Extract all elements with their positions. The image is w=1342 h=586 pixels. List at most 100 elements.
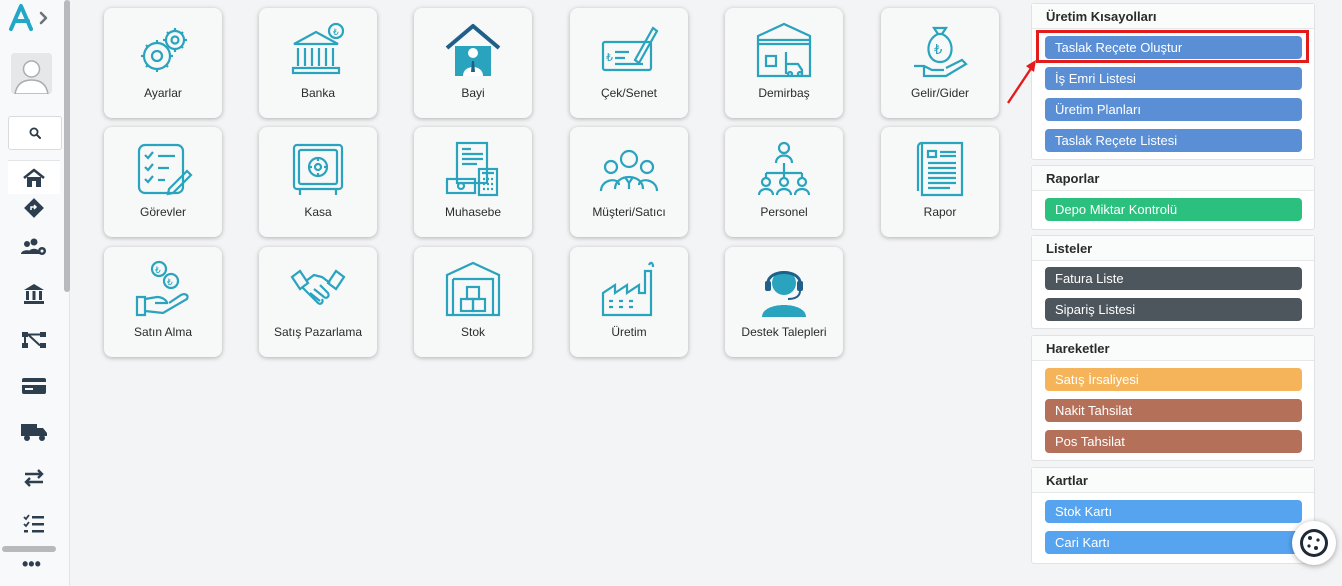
nav-directions[interactable] [8,191,60,225]
tile-satis-pazarlama[interactable]: Satış Pazarlama [259,247,377,357]
cari-karti-button[interactable]: Cari Kartı [1045,531,1302,554]
tile-muhasebe[interactable]: Muhasebe [414,127,532,237]
pos-tahsilat-button[interactable]: Pos Tahsilat [1045,430,1302,453]
checklist-icon [137,143,193,196]
panel-title: Üretim Kısayolları [1032,4,1314,29]
panel-kartlar: Kartlar Stok Kartı Cari Kartı [1031,467,1315,564]
search-icon [29,127,41,139]
tile-label: Destek Talepleri [741,325,827,339]
nav-truck[interactable] [8,415,60,449]
handshake-icon [290,269,346,305]
tile-label: Görevler [139,205,186,219]
sidebar: ••• [0,0,70,586]
home-icon [23,168,45,187]
tile-label: Bayi [461,86,485,100]
app-logo-icon[interactable] [8,2,56,34]
tile-banka[interactable]: ₺ Banka [259,8,377,118]
panel-title: Kartlar [1032,468,1314,493]
tile-label: Ayarlar [144,86,182,100]
tile-stok[interactable]: Stok [414,247,532,357]
nav-home[interactable] [8,160,60,194]
uretim-planlari-button[interactable]: Üretim Planları [1045,98,1302,121]
panel-listeler: Listeler Fatura Liste Sipariş Listesi [1031,235,1315,329]
cheque-icon: ₺ [601,26,659,72]
task-list-icon [23,514,44,533]
stock-boxes-icon [445,261,501,317]
tile-label: Banka [300,86,336,100]
network-icon [22,332,46,348]
sidebar-horizontal-scrollbar[interactable] [2,546,56,552]
nav-card[interactable] [8,369,60,403]
tile-bayi[interactable]: Bayi [414,8,532,118]
coins-hand-icon: ₺ ₺ [135,260,189,317]
tile-label: Demirbaş [758,86,810,100]
bank-building-icon: ₺ [291,22,345,75]
nav-network[interactable] [8,323,60,357]
nav-bank[interactable] [8,277,60,311]
nav-tasks[interactable] [8,507,60,541]
accounting-icon [445,141,499,197]
svg-text:₺: ₺ [934,43,942,58]
tile-personel[interactable]: Personel [725,127,843,237]
cookie-icon [1300,529,1328,557]
tile-kasa[interactable]: Kasa [259,127,377,237]
tile-label: Üretim [611,325,647,339]
tile-label: Gelir/Gider [910,86,969,100]
svg-text:₺: ₺ [155,266,161,276]
tile-ayarlar[interactable]: Ayarlar [104,8,222,118]
org-chart-icon [757,141,811,196]
tile-destek-talepleri[interactable]: Destek Talepleri [725,247,843,357]
fatura-liste-button[interactable]: Fatura Liste [1045,267,1302,290]
tile-label: Personel [760,205,808,219]
annotation-arrow-icon [1007,60,1036,104]
nakit-tahsilat-button[interactable]: Nakit Tahsilat [1045,399,1302,422]
panel-title: Raporlar [1032,166,1314,191]
bank-icon [24,284,44,304]
tile-label: Çek/Senet [600,86,658,100]
satis-irsaliyesi-button[interactable]: Satış İrsaliyesi [1045,368,1302,391]
tile-gelir-gider[interactable]: ₺ Gelir/Gider [881,8,999,118]
panel-title: Listeler [1032,236,1314,261]
stok-karti-button[interactable]: Stok Kartı [1045,500,1302,523]
tile-uretim[interactable]: Üretim [570,247,688,357]
depo-miktar-kontrolu-button[interactable]: Depo Miktar Kontrolü [1045,198,1302,221]
dealer-house-icon [445,24,501,76]
search-button[interactable] [8,116,62,150]
avatar[interactable] [11,53,52,94]
cookie-settings-button[interactable] [1292,521,1336,565]
taslak-recete-listesi-button[interactable]: Taslak Reçete Listesi [1045,129,1302,152]
safe-icon [292,143,344,195]
tile-musteri-satici[interactable]: Müşteri/Satıcı [570,127,688,237]
tile-cek-senet[interactable]: ₺ Çek/Senet [570,8,688,118]
siparis-listesi-button[interactable]: Sipariş Listesi [1045,298,1302,321]
card-icon [22,378,46,394]
sidebar-scrollbar[interactable] [64,0,70,292]
tile-label: Müşteri/Satıcı [592,205,666,219]
users-gear-icon [21,238,46,255]
factory-icon [601,261,655,317]
transfer-icon [24,469,44,487]
panel-uretim-kisayollari: Üretim Kısayolları Taslak Reçete Oluştur… [1031,3,1315,160]
tile-label: Muhasebe [444,205,502,219]
tile-gorevler[interactable]: Görevler [104,127,222,237]
svg-text:₺: ₺ [167,278,173,288]
money-bag-hand-icon: ₺ [914,26,968,78]
is-emri-listesi-button[interactable]: İş Emri Listesi [1045,67,1302,90]
tile-rapor[interactable]: Rapor [881,127,999,237]
svg-text:₺: ₺ [333,28,339,38]
report-icon [916,141,964,197]
nav-users[interactable] [8,230,60,264]
tile-label: Satış Pazarlama [273,325,363,339]
directions-icon [24,198,44,218]
nav-transfer[interactable] [8,461,60,495]
tile-label: Satın Alma [133,325,193,339]
truck-icon [21,424,47,441]
more-menu-button[interactable]: ••• [22,555,41,573]
tile-satin-alma[interactable]: ₺ ₺ Satın Alma [104,247,222,357]
svg-text:₺: ₺ [606,51,613,64]
support-headset-icon [762,271,806,317]
tile-label: Stok [460,325,485,339]
tile-demirbas[interactable]: Demirbaş [725,8,843,118]
warehouse-forklift-icon [756,22,812,78]
panel-raporlar: Raporlar Depo Miktar Kontrolü [1031,165,1315,230]
